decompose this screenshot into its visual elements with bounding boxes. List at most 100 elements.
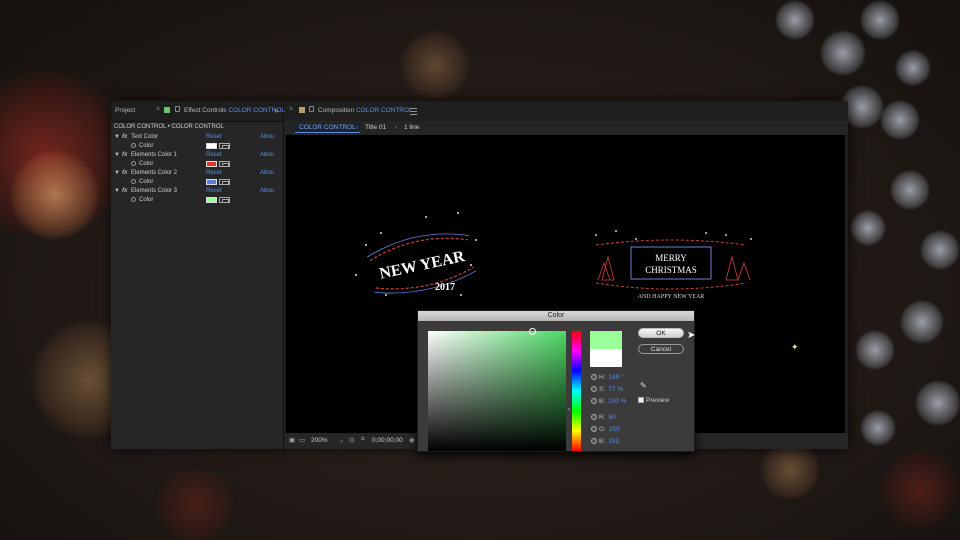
- lock-icon[interactable]: [309, 106, 314, 112]
- breadcrumb-item[interactable]: 1 line: [404, 124, 420, 131]
- color-picker-dialog: Color › OK Cancel H: 149 ° S: 77 % B: 100 %…: [417, 310, 695, 452]
- field-value[interactable]: 100 %: [608, 398, 626, 405]
- effect-row-elements-color-2[interactable]: ▼ fx Elements Color 2 Reset Abou: [111, 170, 283, 179]
- fx-icon[interactable]: fx: [122, 134, 127, 140]
- effect-name: Elements Color 1: [131, 152, 178, 158]
- reset-link[interactable]: Reset: [206, 170, 222, 176]
- stopwatch-icon[interactable]: [131, 143, 136, 148]
- chevron-down-icon[interactable]: ⌄: [339, 436, 344, 444]
- color-swatch[interactable]: [206, 179, 217, 185]
- brightness-field[interactable]: B: 100 %: [591, 398, 627, 405]
- tab-project[interactable]: Project: [115, 107, 135, 114]
- color-selection-marker[interactable]: [529, 328, 536, 335]
- saturation-field[interactable]: S: 77 %: [591, 386, 623, 393]
- field-label: B:: [599, 398, 606, 405]
- timecode[interactable]: 0;00;00;00: [372, 437, 403, 444]
- effect-controls-tab-icon: [164, 107, 170, 113]
- reset-link[interactable]: Reset: [206, 188, 222, 194]
- property-name: Color: [139, 143, 154, 149]
- radio-button[interactable]: [591, 374, 597, 381]
- breadcrumb-item[interactable]: Title 01: [365, 124, 386, 131]
- eyedropper-icon[interactable]: [219, 197, 230, 203]
- tab-effect-controls-label: Effect Controls: [184, 107, 227, 114]
- year-text: 2017: [435, 282, 455, 293]
- left-tab-bar: Project × Effect Controls COLOR CONTROL …: [111, 101, 285, 122]
- cancel-button[interactable]: Cancel: [638, 344, 684, 354]
- eyedropper-icon[interactable]: ✎: [640, 381, 647, 390]
- field-value[interactable]: 60: [609, 414, 616, 421]
- eyedropper-icon[interactable]: [219, 161, 230, 167]
- monitor-icon[interactable]: ▭: [299, 436, 305, 444]
- effect-name: Text Color: [131, 134, 159, 140]
- stopwatch-icon[interactable]: [131, 179, 136, 184]
- effect-row-elements-color-3[interactable]: ▼ fx Elements Color 3 Reset Abou: [111, 188, 283, 197]
- radio-button[interactable]: [591, 414, 597, 421]
- hue-slider-handle[interactable]: ›: [568, 407, 570, 413]
- checkbox[interactable]: [638, 397, 644, 404]
- disclosure-triangle-icon[interactable]: ▼: [114, 152, 120, 158]
- composition-tab-icon: [299, 107, 305, 113]
- tab-composition-label: Composition: [318, 107, 355, 114]
- property-row-color: Color: [111, 197, 283, 206]
- tab-effect-controls[interactable]: Effect Controls COLOR CONTROL: [184, 107, 285, 114]
- camera-icon[interactable]: ◉: [409, 436, 415, 444]
- about-link[interactable]: Abou: [260, 134, 274, 140]
- reset-link[interactable]: Reset: [206, 134, 222, 140]
- radio-button[interactable]: [591, 386, 597, 393]
- original-color-preview[interactable]: [590, 349, 622, 367]
- merry-christmas-graphic: MERRY CHRISTMAS AND HAPPY NEW YEAR: [595, 230, 752, 300]
- stopwatch-icon[interactable]: [131, 197, 136, 202]
- eyedropper-icon[interactable]: [219, 179, 230, 185]
- collapse-icon[interactable]: »: [274, 106, 278, 115]
- hue-field[interactable]: H: 149 °: [591, 374, 624, 381]
- fx-icon[interactable]: fx: [122, 188, 127, 194]
- effect-row-text-color[interactable]: ▼ fx Text Color Reset Abou: [111, 134, 283, 143]
- color-swatch[interactable]: [206, 143, 217, 149]
- effect-row-elements-color-1[interactable]: ▼ fx Elements Color 1 Reset Abou: [111, 152, 283, 161]
- close-icon[interactable]: ×: [289, 106, 293, 113]
- about-link[interactable]: Abou: [260, 188, 274, 194]
- dialog-title: Color: [418, 311, 694, 321]
- close-icon[interactable]: ×: [156, 106, 160, 113]
- field-value[interactable]: 77 %: [608, 386, 623, 393]
- property-row-color: Color: [111, 143, 283, 152]
- breadcrumb-separator-icon: ‹: [395, 124, 398, 131]
- saturation-brightness-field[interactable]: [428, 331, 566, 451]
- field-value[interactable]: 255: [609, 426, 620, 433]
- red-field[interactable]: R: 60: [591, 414, 616, 421]
- cursor-icon: ➤: [687, 330, 696, 341]
- fx-icon[interactable]: fx: [122, 152, 127, 158]
- stopwatch-icon[interactable]: [131, 161, 136, 166]
- disclosure-triangle-icon[interactable]: ▼: [114, 188, 120, 194]
- about-link[interactable]: Abou: [260, 152, 274, 158]
- disclosure-triangle-icon[interactable]: ▼: [114, 134, 120, 140]
- fx-icon[interactable]: fx: [122, 170, 127, 176]
- color-swatch[interactable]: [206, 197, 217, 203]
- grid-icon[interactable]: ⌗: [361, 436, 365, 444]
- anchor-point-icon[interactable]: ✦: [791, 343, 799, 352]
- property-name: Color: [139, 197, 154, 203]
- breadcrumb-separator-icon: ‹: [356, 124, 359, 131]
- field-value[interactable]: 153: [608, 438, 619, 445]
- snapshot-icon[interactable]: ▣: [289, 436, 295, 444]
- disclosure-triangle-icon[interactable]: ▼: [114, 170, 120, 176]
- ok-button[interactable]: OK: [638, 328, 684, 338]
- radio-button[interactable]: [591, 398, 597, 405]
- radio-button[interactable]: [591, 426, 597, 433]
- hue-slider[interactable]: [572, 331, 581, 451]
- tab-composition[interactable]: Composition COLOR CONTROL: [318, 107, 413, 114]
- preview-checkbox[interactable]: Preview: [638, 397, 669, 404]
- lock-icon[interactable]: [175, 106, 180, 112]
- color-swatch[interactable]: [206, 161, 217, 167]
- breadcrumb-item-active[interactable]: COLOR CONTROL: [295, 123, 360, 133]
- about-link[interactable]: Abou: [260, 170, 274, 176]
- menu-icon[interactable]: [410, 108, 417, 115]
- green-field[interactable]: G: 255: [591, 426, 620, 433]
- zoom-dropdown[interactable]: 200%: [311, 437, 328, 444]
- region-of-interest-icon[interactable]: ⊡: [349, 436, 354, 444]
- radio-button[interactable]: [591, 438, 597, 445]
- reset-link[interactable]: Reset: [206, 152, 222, 158]
- blue-field[interactable]: B: 153: [591, 438, 619, 445]
- field-value[interactable]: 149 °: [609, 374, 624, 381]
- eyedropper-icon[interactable]: [219, 143, 230, 149]
